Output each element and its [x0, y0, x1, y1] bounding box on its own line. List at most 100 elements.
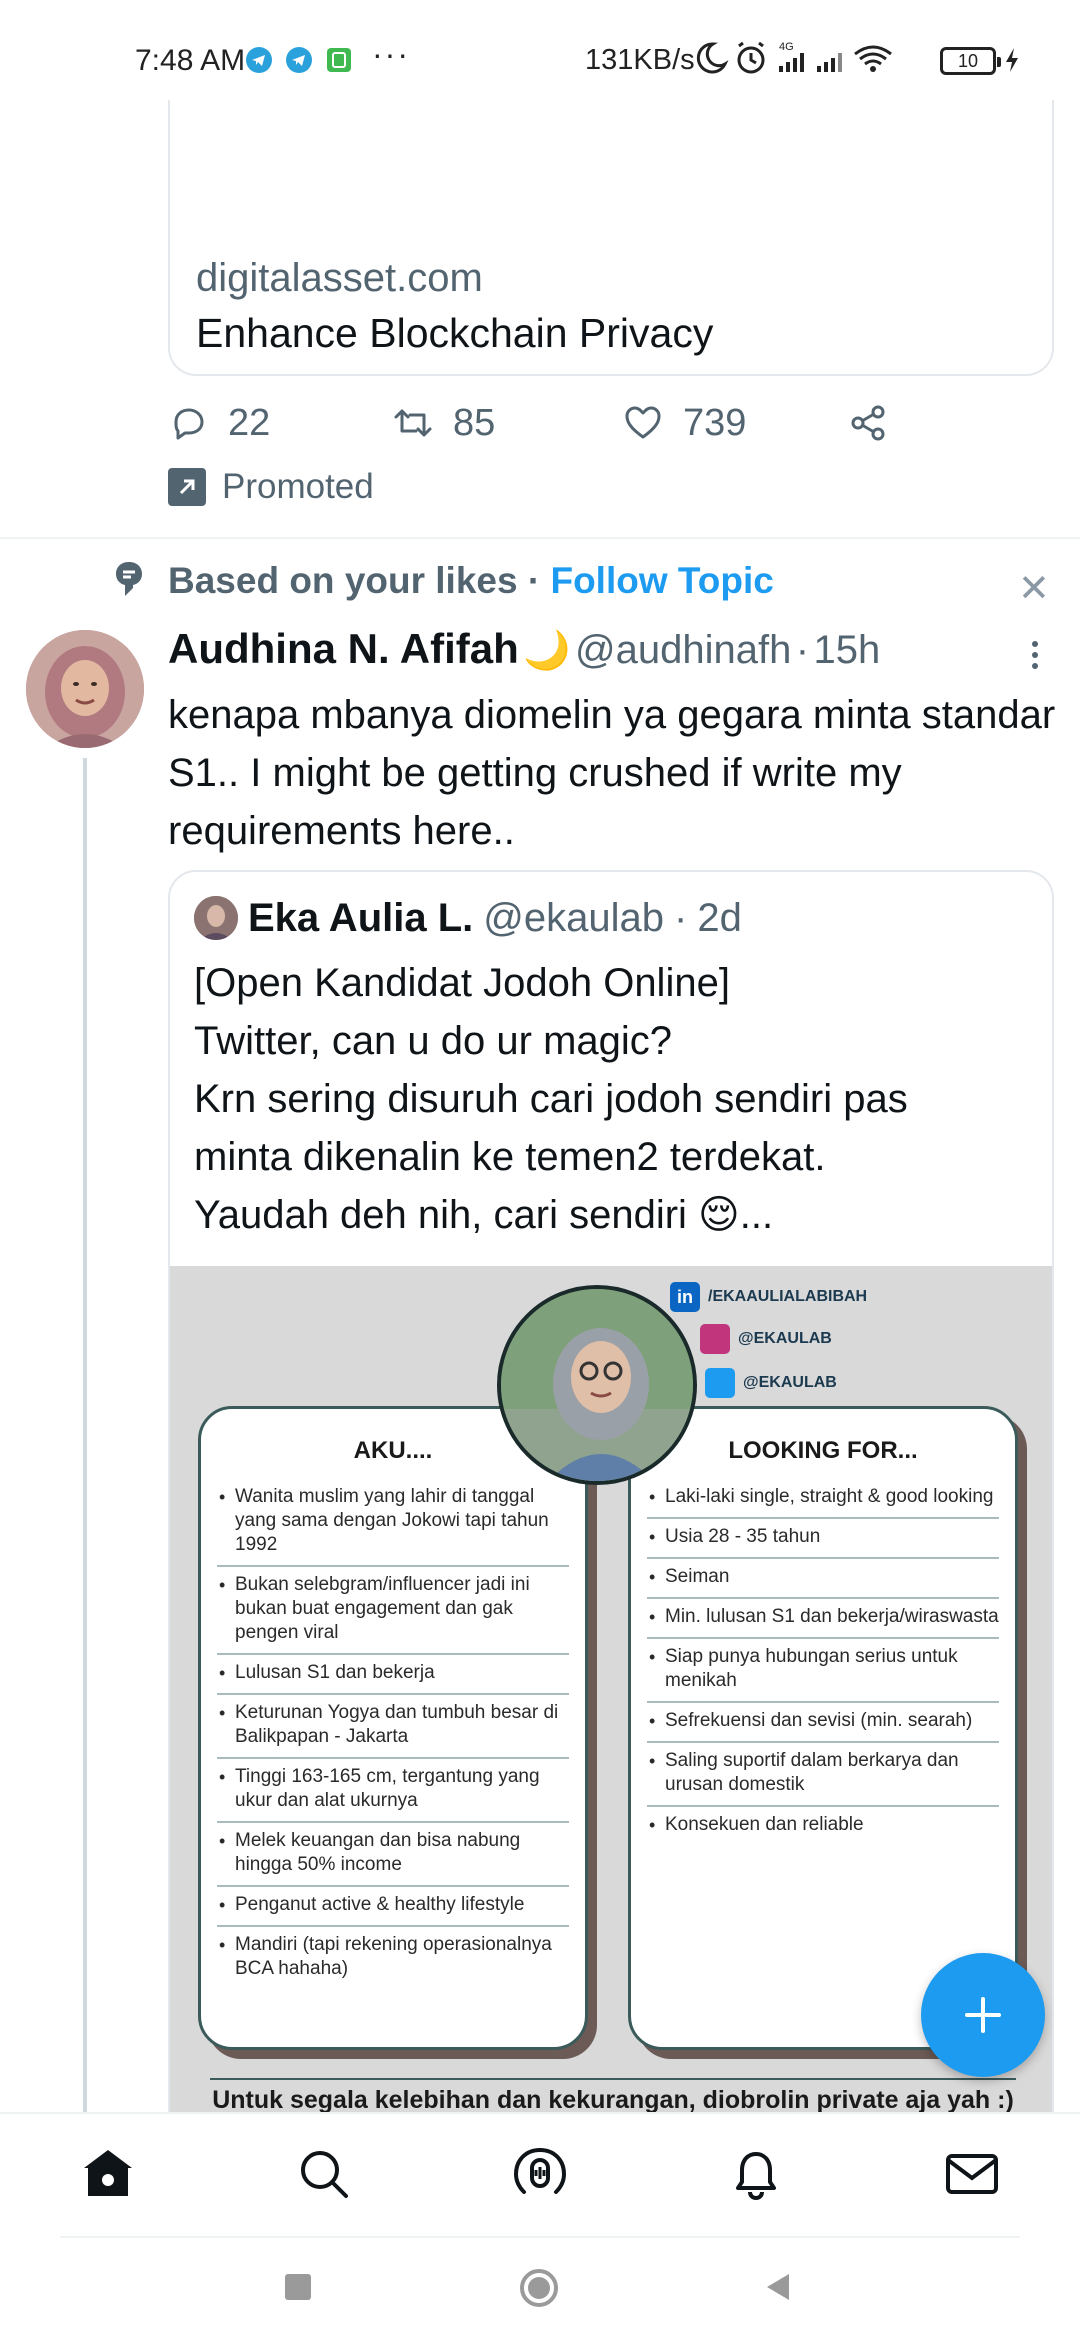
list-item: Laki-laki single, straight & good lookin…: [647, 1479, 999, 1519]
quote-header: Eka Aulia L. @ekaulab · 2d: [194, 890, 742, 946]
notifications-icon[interactable]: [726, 2144, 786, 2204]
profile-photo: [497, 1285, 697, 1485]
twitter-icon: [705, 1368, 735, 1398]
twitter-text: @EKAULAB: [743, 1374, 837, 1391]
like-count: 739: [683, 401, 747, 444]
list-item: Melek keuangan dan bisa nabung hingga 50…: [217, 1823, 569, 1887]
promoted-text: Promoted: [222, 467, 374, 506]
context-label: Based on your likes · Follow Topic: [168, 560, 774, 602]
instagram-text: @EKAULAB: [738, 1330, 832, 1347]
search-icon[interactable]: [294, 2144, 354, 2204]
moon-emoji: 🌙: [523, 630, 571, 672]
plus-icon: [965, 1997, 1001, 2033]
retweet-count: 85: [453, 401, 496, 444]
quote-line: Yaudah deh nih, cari sendiri 😌...: [194, 1193, 774, 1237]
compose-tweet-button[interactable]: [921, 1953, 1045, 2077]
quote-line: [Open Kandidat Jodoh Online]: [194, 961, 730, 1005]
separator-dot: ·: [674, 895, 688, 940]
list-item: Saling suportif dalam berkarya dan urusa…: [647, 1743, 999, 1807]
looking-for-panel: LOOKING FOR... Laki-laki single, straigh…: [628, 1406, 1018, 2050]
close-icon[interactable]: ✕: [1018, 566, 1050, 611]
retweet-icon: [394, 409, 432, 437]
card-domain: digitalasset.com: [196, 256, 483, 300]
retweet-button[interactable]: 85: [393, 395, 495, 451]
author-name[interactable]: Audhina N. Afifah: [168, 625, 519, 672]
overflow-indicator: ···: [372, 36, 410, 72]
status-right-icons: 4G: [696, 41, 892, 74]
list-item: Usia 28 - 35 tahun: [647, 1519, 999, 1559]
instagram-handle: @EKAULAB: [700, 1324, 832, 1354]
quote-line: Twitter, can u do ur magic?: [194, 1019, 673, 1063]
quote-line: Krn sering disuruh cari jodoh sendiri pa…: [194, 1077, 908, 1121]
share-button[interactable]: [848, 395, 908, 451]
list-item: Bukan selebgram/influencer jadi ini buka…: [217, 1567, 569, 1655]
tweet-header: Audhina N. Afifah 🌙 @audhinafh · 15h: [168, 625, 1068, 685]
avatar[interactable]: [26, 630, 144, 748]
linkedin-handle: in /EKAAULIALABIBAH: [670, 1282, 867, 1312]
follow-topic-button[interactable]: Follow Topic: [550, 560, 773, 601]
charging-icon: [1006, 48, 1018, 72]
topic-context: Based on your likes · Follow Topic ✕: [113, 558, 1073, 610]
reply-count: 22: [228, 401, 271, 444]
signal-icon: [817, 53, 842, 72]
home-icon[interactable]: [78, 2144, 138, 2204]
list-item: Sefrekuensi dan sevisi (min. searah): [647, 1703, 999, 1743]
wifi-icon: [854, 45, 892, 72]
bottom-navigation: [0, 2112, 1080, 2240]
list-item: Penganut active & healthy lifestyle: [217, 1887, 569, 1927]
back-button[interactable]: [763, 2272, 793, 2302]
tweet-text: kenapa mbanya diomelin ya gegara minta s…: [168, 693, 1056, 853]
image-footer-text: Untuk segala kelebihan dan kekurangan, d…: [212, 2086, 1014, 2114]
messages-icon[interactable]: [942, 2144, 1002, 2204]
divider: [0, 537, 1080, 539]
list-item: Wanita muslim yang lahir di tanggal yang…: [217, 1479, 569, 1567]
like-button[interactable]: 739: [623, 395, 746, 451]
list-item: Lulusan S1 dan bekerja: [217, 1655, 569, 1695]
telegram-icon: [246, 47, 272, 73]
list-item: Siap punya hubungan serius untuk menikah: [647, 1639, 999, 1703]
quote-time: 2d: [697, 895, 742, 940]
quote-text: [Open Kandidat Jodoh Online] Twitter, ca…: [194, 954, 1034, 1244]
promoted-tweet-actions: 22 85 739: [168, 395, 1048, 451]
looking-for-list: Laki-laki single, straight & good lookin…: [647, 1479, 999, 1845]
heart-icon: [625, 406, 661, 439]
reply-button[interactable]: 22: [168, 395, 270, 451]
card-title: Enhance Blockchain Privacy: [196, 310, 714, 356]
context-reason: Based on your likes: [168, 560, 518, 601]
promoted-icon: [168, 468, 206, 506]
separator-dot: ·: [795, 628, 810, 672]
about-me-panel: AKU.... Wanita muslim yang lahir di tang…: [198, 1406, 588, 2050]
promoted-link-card[interactable]: digitalasset.com Enhance Blockchain Priv…: [168, 60, 1054, 376]
promoted-label[interactable]: Promoted: [168, 465, 374, 509]
reply-icon: [174, 408, 204, 440]
nav-separator: [60, 2236, 1020, 2238]
topic-icon: [116, 562, 142, 596]
linkedin-icon: in: [670, 1282, 700, 1312]
network-speed: 131KB/s: [585, 44, 695, 76]
quote-author-name: Eka Aulia L.: [248, 895, 474, 940]
about-me-list: Wanita muslim yang lahir di tanggal yang…: [217, 1479, 569, 1989]
status-bar: 7:48 AM ··· 131KB/s 4G 10: [0, 0, 1080, 100]
panel-title: LOOKING FOR...: [728, 1437, 918, 1464]
list-item: Keturunan Yogya dan tumbuh besar di Bali…: [217, 1695, 569, 1759]
home-button[interactable]: [519, 2268, 559, 2308]
telegram-icon: [286, 47, 312, 73]
spaces-icon[interactable]: [510, 2144, 570, 2204]
system-navigation: [0, 2240, 1080, 2340]
linkedin-text: /EKAAULIALABIBAH: [708, 1288, 868, 1305]
moon-icon: [696, 42, 729, 74]
battery-icon: 10: [940, 47, 1001, 75]
list-item: Tinggi 163-165 cm, tergantung yang ukur …: [217, 1759, 569, 1823]
signal-icon: 4G: [779, 41, 804, 72]
quote-media-image[interactable]: in /EKAAULIALABIBAH @EKAULAB @EKAULAB AK…: [170, 1266, 1052, 2118]
quote-avatar: [194, 896, 238, 940]
image-footer-line: [210, 2078, 1016, 2080]
list-item: Seiman: [647, 1559, 999, 1599]
quote-author-handle: @ekaulab: [483, 895, 664, 940]
quoted-tweet[interactable]: Eka Aulia L. @ekaulab · 2d [Open Kandida…: [168, 870, 1054, 2120]
network-type: 4G: [779, 41, 794, 53]
instagram-icon: [700, 1324, 730, 1354]
author-handle: @audhinafh: [574, 628, 792, 672]
more-options-icon[interactable]: [1030, 640, 1040, 670]
recents-button[interactable]: [283, 2272, 313, 2302]
